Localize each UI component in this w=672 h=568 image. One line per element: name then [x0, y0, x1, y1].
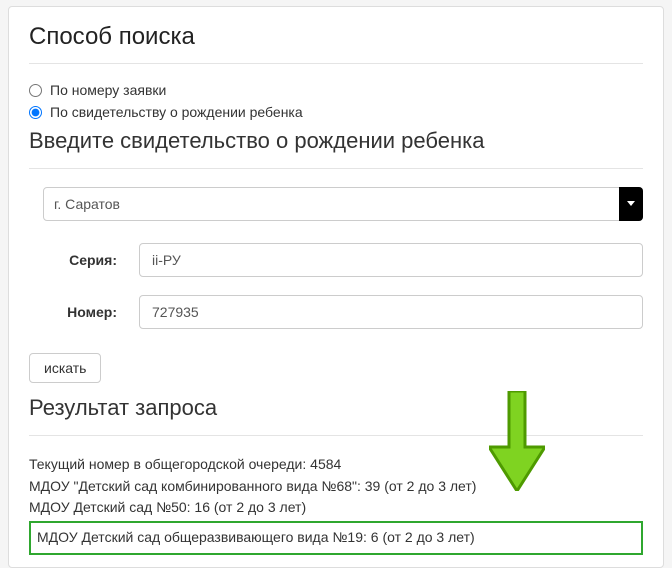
label-series: Серия: [43, 252, 139, 268]
radio-label-by-cert: По свидетельству о рождении ребенка [50, 104, 303, 120]
search-panel: Способ поиска По номеру заявки По свидет… [8, 6, 664, 568]
row-number: Номер: [43, 295, 643, 329]
row-series: Серия: [43, 243, 643, 277]
divider-3 [29, 435, 643, 436]
radio-by-birth-cert[interactable]: По свидетельству о рождении ребенка [29, 104, 643, 120]
label-number: Номер: [43, 304, 139, 320]
divider [29, 63, 643, 64]
result-line-1: Текущий номер в общегородской очереди: 4… [29, 454, 643, 476]
radio-by-birth-cert-input[interactable] [29, 106, 42, 119]
result-line-2: МДОУ "Детский сад комбинированного вида … [29, 476, 643, 498]
heading-result: Результат запроса [29, 395, 643, 421]
heading-enter-certificate: Введите свидетельство о рождении ребенка [29, 128, 643, 154]
divider-2 [29, 168, 643, 169]
radio-by-app-number[interactable]: По номеру заявки [29, 82, 643, 98]
radio-label-by-app: По номеру заявки [50, 82, 166, 98]
results-block: Текущий номер в общегородской очереди: 4… [29, 454, 643, 555]
city-select[interactable]: г. Саратов [43, 187, 643, 221]
result-line-4: МДОУ Детский сад общеразвивающего вида №… [37, 529, 475, 545]
radio-by-app-number-input[interactable] [29, 84, 42, 97]
result-line-3: МДОУ Детский сад №50: 16 (от 2 до 3 лет) [29, 497, 643, 519]
result-highlight: МДОУ Детский сад общеразвивающего вида №… [29, 521, 643, 555]
input-number[interactable] [139, 295, 643, 329]
search-button[interactable]: искать [29, 353, 101, 383]
heading-search-method: Способ поиска [29, 23, 643, 51]
input-series[interactable] [139, 243, 643, 277]
